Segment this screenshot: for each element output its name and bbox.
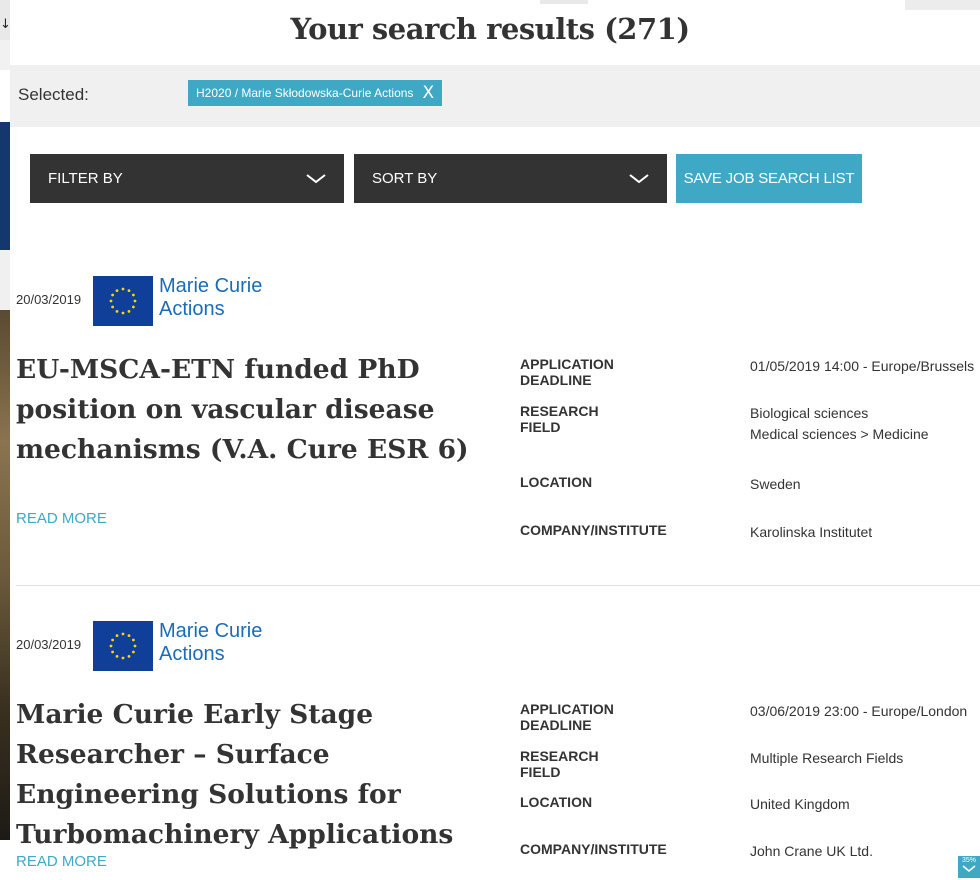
brand-line: Actions: [159, 643, 225, 665]
scroll-percent: 35%: [961, 857, 976, 864]
job-title-link[interactable]: Marie Curie Early Stage Researcher – Sur…: [16, 695, 506, 855]
detail-label: LOCATION: [520, 474, 593, 490]
save-job-search-button[interactable]: SAVE JOB SEARCH LIST: [676, 154, 862, 203]
scroll-progress-button[interactable]: 35%: [958, 856, 980, 878]
brand-line: Marie Curie: [159, 620, 263, 642]
marie-curie-actions-logo: Marie Curie Actions: [159, 620, 262, 666]
marie-curie-actions-logo: Marie Curie Actions: [159, 275, 262, 321]
filter-by-label: FILTER BY: [48, 170, 123, 187]
eu-flag-icon: [93, 621, 153, 671]
detail-label: APPLICATION DEADLINE: [520, 356, 614, 388]
chip-label: H2020 / Marie Skłodowska-Curie Actions: [196, 86, 414, 100]
scroll-down-icon: [962, 865, 976, 873]
page-title: Your search results (271): [290, 12, 690, 46]
detail-label: RESEARCH FIELD: [520, 748, 599, 780]
close-icon[interactable]: X: [422, 84, 434, 102]
detail-value: John Crane UK Ltd.: [750, 843, 873, 859]
detail-value: Biological sciences Medical sciences > Me…: [750, 405, 929, 442]
selected-label: Selected:: [18, 85, 89, 104]
detail-value: Karolinska Institutet: [750, 524, 873, 540]
chevron-down-icon: [306, 173, 326, 183]
job-date: 20/03/2019: [16, 292, 82, 307]
detail-value: Multiple Research Fields: [750, 750, 904, 766]
detail-label: APPLICATION DEADLINE: [520, 701, 614, 733]
left-edge-photo: [0, 310, 10, 840]
chevron-down-icon: [629, 173, 649, 183]
left-edge-strip: ↓: [0, 0, 11, 880]
filter-by-dropdown[interactable]: FILTER BY: [30, 154, 344, 203]
detail-label: COMPANY/INSTITUTE: [520, 841, 667, 857]
detail-value: 01/05/2019 14:00 - Europe/Brussels: [750, 358, 975, 374]
sort-by-dropdown[interactable]: SORT BY: [354, 154, 667, 203]
detail-value: United Kingdom: [750, 796, 850, 812]
selected-filter-chip[interactable]: H2020 / Marie Skłodowska-Curie Actions X: [188, 80, 443, 106]
read-more-link[interactable]: READ MORE: [16, 853, 107, 870]
left-edge-segment: [0, 250, 10, 310]
brand-line: Actions: [159, 298, 225, 320]
top-edge-fragment: [540, 0, 588, 4]
job-title-link[interactable]: EU-MSCA-ETN funded PhD position on vascu…: [16, 350, 506, 470]
job-date: 20/03/2019: [16, 637, 82, 652]
selected-filters-bar: Selected: H2020 / Marie Skłodowska-Curie…: [10, 65, 980, 127]
detail-value: 03/06/2019 23:00 - Europe/London: [750, 703, 968, 719]
sort-by-label: SORT BY: [372, 170, 438, 187]
top-edge-fragment: [905, 0, 980, 10]
detail-label: COMPANY/INSTITUTE: [520, 522, 667, 538]
eu-flag-icon: [93, 276, 153, 326]
detail-label: RESEARCH FIELD: [520, 403, 599, 435]
brand-line: Marie Curie: [159, 275, 263, 297]
detail-label: LOCATION: [520, 794, 593, 810]
detail-value: Sweden: [750, 476, 801, 492]
left-edge-banner: [0, 122, 10, 250]
read-more-link[interactable]: READ MORE: [16, 510, 107, 527]
divider: [16, 585, 980, 586]
